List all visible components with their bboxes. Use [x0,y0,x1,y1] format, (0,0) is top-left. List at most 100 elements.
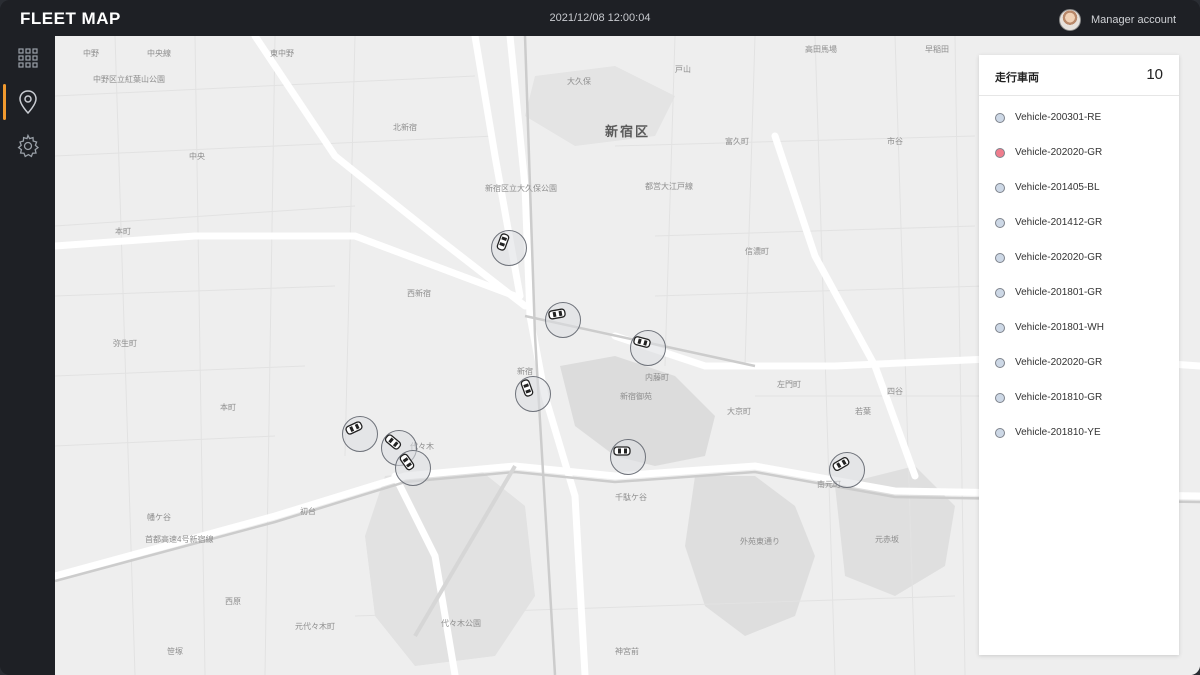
vehicle-marker[interactable] [395,450,431,486]
map-label: 西原 [225,597,241,606]
map-label: 首都高速4号新宿線 [145,535,214,544]
status-dot [995,182,1005,193]
app-window: FLEET MAP 2021/12/08 12:00:04 Manager ac… [0,0,1200,675]
map-label: 都営大江戸線 [645,182,693,191]
map-label: 大京町 [727,407,751,416]
map-label: 元赤坂 [875,535,899,544]
map-label: 中野区立紅葉山公園 [93,75,165,84]
vehicle-name: Vehicle-201801-WH [1015,322,1104,333]
panel-header: 走行車両 10 [979,55,1179,96]
vehicle-name: Vehicle-201405-BL [1015,182,1100,193]
vehicle-name: Vehicle-202020-GR [1015,252,1103,263]
map-label: 弥生町 [113,339,137,348]
map-label: 代々木公園 [441,619,481,628]
top-bar: FLEET MAP 2021/12/08 12:00:04 Manager ac… [0,0,1200,36]
vehicle-marker[interactable] [610,439,646,475]
vehicle-list-panel: 走行車両 10 Vehicle-200301-RE Vehicle-202020… [979,55,1179,655]
vehicle-name: Vehicle-200301-RE [1015,112,1102,123]
map-label: 北新宿 [393,123,417,132]
map-label: 四谷 [887,387,903,396]
sidebar-item-dashboard[interactable] [0,36,55,80]
panel-title: 走行車両 [995,72,1039,84]
avatar [1059,9,1081,31]
vehicle-name: Vehicle-201801-GR [1015,287,1103,298]
map-label: 信濃町 [745,247,769,256]
district-label: 新宿区 [605,124,651,139]
list-item[interactable]: Vehicle-202020-GR [979,240,1179,275]
sidebar-item-map[interactable] [0,80,55,124]
map-label: 若葉 [855,407,871,416]
status-dot [995,217,1005,228]
status-dot [995,322,1005,333]
map-label: 市谷 [887,137,903,146]
map-label: 大久保 [567,77,591,86]
vehicle-name: Vehicle-202020-GR [1015,147,1103,158]
map-label: 新宿区立大久保公園 [485,184,557,193]
status-dot [995,112,1005,123]
car-icon [496,233,510,251]
map-label: 神宮前 [615,647,639,656]
car-icon [345,421,363,435]
current-datetime: 2021/12/08 12:00:04 [549,12,651,24]
list-item[interactable]: Vehicle-201810-YE [979,415,1179,450]
list-item[interactable]: Vehicle-201405-BL [979,170,1179,205]
car-icon [548,308,566,320]
map-pin-icon [18,90,37,114]
vehicle-marker[interactable] [515,376,551,412]
map-label: 幡ケ谷 [147,513,171,522]
vehicle-marker[interactable] [342,416,378,452]
map-label: 富久町 [725,137,749,146]
status-dot [995,427,1005,438]
car-icon [613,446,631,456]
vehicle-name: Vehicle-202020-GR [1015,357,1103,368]
vehicle-name: Vehicle-201810-YE [1015,427,1101,438]
vehicle-marker[interactable] [829,452,865,488]
car-icon [399,453,415,471]
list-item[interactable]: Vehicle-200301-RE [979,100,1179,135]
account-label: Manager account [1091,14,1176,26]
vehicle-marker[interactable] [545,302,581,338]
list-item[interactable]: Vehicle-202020-GR [979,345,1179,380]
list-item[interactable]: Vehicle-201810-GR [979,380,1179,415]
vehicle-marker[interactable] [630,330,666,366]
map-label: 戸山 [675,65,691,74]
map-label: 中央 [189,152,205,161]
map-label: 外苑東通り [740,537,780,546]
list-item[interactable]: Vehicle-201801-WH [979,310,1179,345]
car-icon [832,456,850,472]
status-dot [995,147,1005,158]
map-label: 内藤町 [645,373,669,382]
gear-icon [17,134,39,158]
map-label: 東中野 [270,49,294,58]
map-label: 左門町 [777,380,801,389]
map-label: 初台 [300,507,316,516]
list-item[interactable]: Vehicle-201801-GR [979,275,1179,310]
vehicle-name: Vehicle-201810-GR [1015,392,1103,403]
vehicle-name: Vehicle-201412-GR [1015,217,1103,228]
map-label: 千駄ケ谷 [615,493,647,502]
map-label: 笹塚 [167,647,183,656]
list-item[interactable]: Vehicle-201412-GR [979,205,1179,240]
map-label: 早稲田 [925,45,949,54]
map-label: 本町 [115,227,131,236]
sidebar-item-settings[interactable] [0,124,55,168]
grid-icon [17,48,38,68]
status-dot [995,357,1005,368]
car-icon [633,336,651,348]
map-label: 元代々木町 [295,622,335,631]
account-menu[interactable]: Manager account [1059,9,1176,31]
map-label: 中央線 [147,49,171,58]
status-dot [995,287,1005,298]
status-dot [995,392,1005,403]
car-icon [520,379,534,397]
map-label: 中野 [83,49,99,58]
sidebar [0,36,55,675]
map-label: 高田馬場 [805,45,837,54]
car-icon [384,434,402,450]
vehicle-marker[interactable] [491,230,527,266]
vehicle-count: 10 [1146,66,1163,83]
status-dot [995,252,1005,263]
list-item[interactable]: Vehicle-202020-GR [979,135,1179,170]
map-label: 西新宿 [407,289,431,298]
map-label: 本町 [220,403,236,412]
